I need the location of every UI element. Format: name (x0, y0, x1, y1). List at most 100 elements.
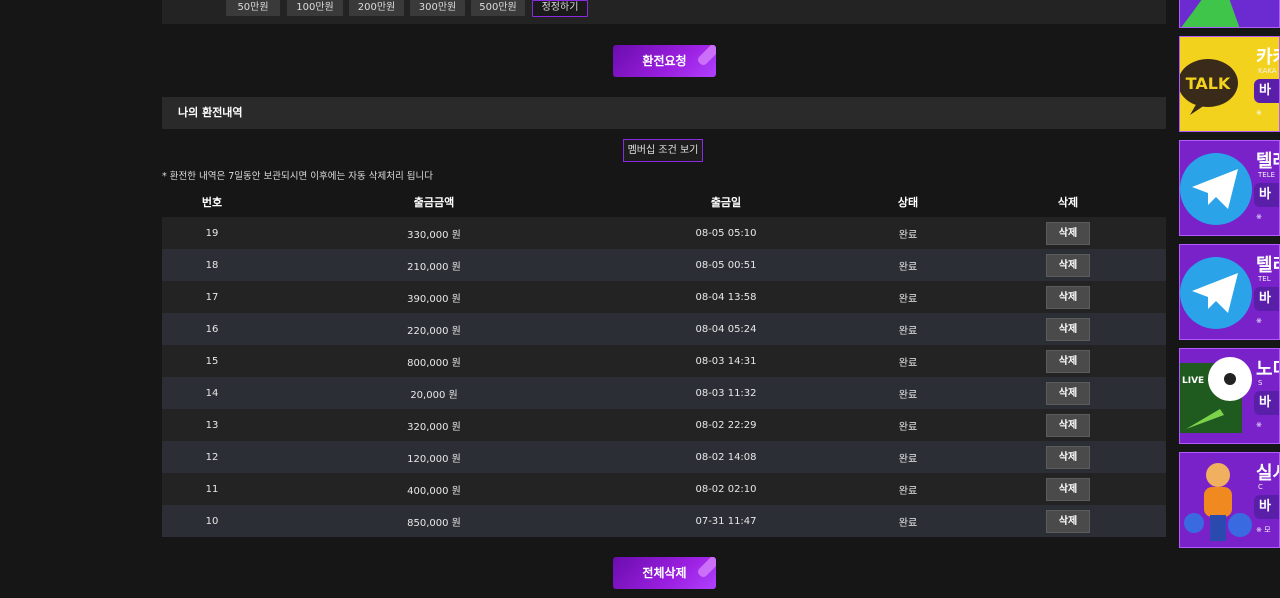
amount-200-button[interactable]: 200만원 (349, 0, 404, 16)
telegram-icon (1180, 245, 1256, 339)
header-number: 번호 (201, 196, 223, 209)
row-delete-button[interactable]: 삭제 (1046, 317, 1090, 341)
row-delete-button[interactable]: 삭제 (1046, 477, 1090, 501)
row-date: 08-02 14:08 (695, 451, 757, 463)
yellow-badge-icon (1180, 0, 1279, 27)
row-status: 완료 (898, 517, 918, 529)
row-delete-cell: 삭제 (970, 477, 1166, 501)
table-row: 18 210,000 원 08-05 00:51 완료 삭제 (162, 249, 1166, 281)
svg-text:TALK: TALK (1186, 74, 1231, 93)
table-row: 16 220,000 원 08-04 05:24 완료 삭제 (162, 313, 1166, 345)
delete-all-button[interactable]: 전체삭제 (613, 557, 716, 589)
row-date: 08-02 02:10 (695, 483, 757, 495)
row-amount: 800,000 원 (407, 357, 461, 369)
amount-button-bar: 50만원 100만원 200만원 300만원 500만원 정정하기 (162, 0, 1166, 24)
row-amount: 390,000 원 (407, 293, 461, 305)
side-banner-casino[interactable]: 실시C바 ※ 모 (1179, 452, 1280, 548)
row-amount: 20,000 원 (410, 389, 458, 401)
row-amount: 220,000 원 (407, 325, 461, 337)
banner-title: 카카 (1256, 47, 1279, 68)
table-row: 17 390,000 원 08-04 13:58 완료 삭제 (162, 281, 1166, 313)
banner-shortcut-button[interactable]: 바 (1254, 495, 1279, 519)
row-amount: 330,000 원 (407, 229, 461, 241)
row-delete-button[interactable]: 삭제 (1046, 509, 1090, 533)
row-delete-cell: 삭제 (970, 317, 1166, 341)
side-banner-top-partial[interactable] (1179, 0, 1280, 28)
row-status: 완료 (898, 485, 918, 497)
row-delete-button[interactable]: 삭제 (1046, 349, 1090, 373)
table-row: 10 850,000 원 07-31 11:47 완료 삭제 (162, 505, 1166, 537)
kakaotalk-icon: TALK (1180, 37, 1256, 131)
banner-note: ※ (1256, 213, 1262, 221)
membership-conditions-button[interactable]: 멤버십 조건 보기 (623, 139, 703, 162)
row-date: 08-03 14:31 (695, 355, 757, 367)
amount-50-button[interactable]: 50만원 (226, 0, 280, 16)
row-delete-button[interactable]: 삭제 (1046, 381, 1090, 405)
amount-reset-button[interactable]: 정정하기 (532, 0, 588, 17)
row-number: 15 (205, 355, 219, 367)
row-status: 완료 (898, 453, 918, 465)
table-row: 11 400,000 원 08-02 02:10 완료 삭제 (162, 473, 1166, 505)
banner-title: 실시 (1256, 463, 1279, 484)
row-number: 10 (205, 515, 219, 527)
row-amount: 320,000 원 (407, 421, 461, 433)
banner-subtitle: S (1258, 379, 1263, 387)
banner-shortcut-button[interactable]: 바 (1254, 287, 1279, 311)
row-delete-cell: 삭제 (970, 381, 1166, 405)
banner-note: ※ (1256, 421, 1262, 429)
row-delete-button[interactable]: 삭제 (1046, 221, 1090, 245)
side-banner-kakao[interactable]: TALK 카카KAKA 바 ※ (1179, 36, 1280, 132)
row-number: 19 (205, 227, 219, 239)
banner-shortcut-button[interactable]: 바 (1254, 391, 1279, 415)
banner-subtitle: KAKA (1258, 67, 1277, 75)
banner-shortcut-button[interactable]: 바 (1254, 183, 1279, 207)
casino-character-icon (1180, 453, 1256, 547)
side-banner-telegram-2[interactable]: 텔리TEL 바 ※ (1179, 244, 1280, 340)
row-delete-button[interactable]: 삭제 (1046, 253, 1090, 277)
row-amount: 120,000 원 (407, 453, 461, 465)
row-date: 08-05 05:10 (695, 227, 757, 239)
row-date: 08-02 22:29 (695, 419, 757, 431)
exchange-history-table: 번호 출금금액 출금일 상태 삭제 19 330,000 원 08-05 05:10… (162, 187, 1166, 537)
header-amount: 출금금액 (413, 196, 455, 209)
banner-subtitle: C (1258, 483, 1263, 491)
row-number: 11 (205, 483, 219, 495)
retention-notice: * 환전한 내역은 7일동안 보관되시면 이후에는 자동 삭제처리 됩니다 (162, 171, 433, 182)
row-delete-cell: 삭제 (970, 413, 1166, 437)
row-status: 완료 (898, 421, 918, 433)
row-delete-cell: 삭제 (970, 349, 1166, 373)
side-banner-live[interactable]: LIVE 노미S바 ※ (1179, 348, 1280, 444)
row-delete-button[interactable]: 삭제 (1046, 413, 1090, 437)
row-status: 완료 (898, 261, 918, 273)
banner-shortcut-button[interactable]: 바 (1254, 79, 1279, 103)
row-date: 08-04 05:24 (695, 323, 757, 335)
table-body: 19 330,000 원 08-05 05:10 완료 삭제 18 210,000 원 08-… (162, 217, 1166, 537)
banner-subtitle: TEL (1258, 275, 1271, 283)
header-status: 상태 (897, 196, 919, 209)
svg-text:LIVE: LIVE (1182, 376, 1204, 386)
row-amount: 210,000 원 (407, 261, 461, 273)
row-delete-cell: 삭제 (970, 445, 1166, 469)
row-delete-button[interactable]: 삭제 (1046, 285, 1090, 309)
table-header: 번호 출금금액 출금일 상태 삭제 (162, 187, 1166, 217)
row-date: 08-04 13:58 (695, 291, 757, 303)
header-date: 출금일 (710, 196, 742, 209)
row-status: 완료 (898, 229, 918, 241)
row-status: 완료 (898, 389, 918, 401)
side-banner-telegram-1[interactable]: 텔레TELE 바 ※ (1179, 140, 1280, 236)
amount-500-button[interactable]: 500만원 (471, 0, 525, 16)
banner-note: ※ (1256, 109, 1262, 117)
amount-300-button[interactable]: 300만원 (410, 0, 465, 16)
row-amount: 850,000 원 (407, 517, 461, 529)
row-delete-button[interactable]: 삭제 (1046, 445, 1090, 469)
amount-100-button[interactable]: 100만원 (287, 0, 343, 16)
soccer-ball-icon: LIVE (1180, 349, 1256, 443)
exchange-request-button[interactable]: 환전요청 (613, 45, 716, 77)
row-delete-cell: 삭제 (970, 221, 1166, 245)
row-delete-cell: 삭제 (970, 253, 1166, 277)
banner-title: 텔리 (1256, 255, 1279, 276)
main-content: 50만원 100만원 200만원 300만원 500만원 정정하기 환전요청 나… (162, 0, 1166, 598)
banner-title: 노미 (1256, 359, 1279, 380)
table-row: 13 320,000 원 08-02 22:29 완료 삭제 (162, 409, 1166, 441)
section-title: 나의 환전내역 (162, 97, 1166, 129)
